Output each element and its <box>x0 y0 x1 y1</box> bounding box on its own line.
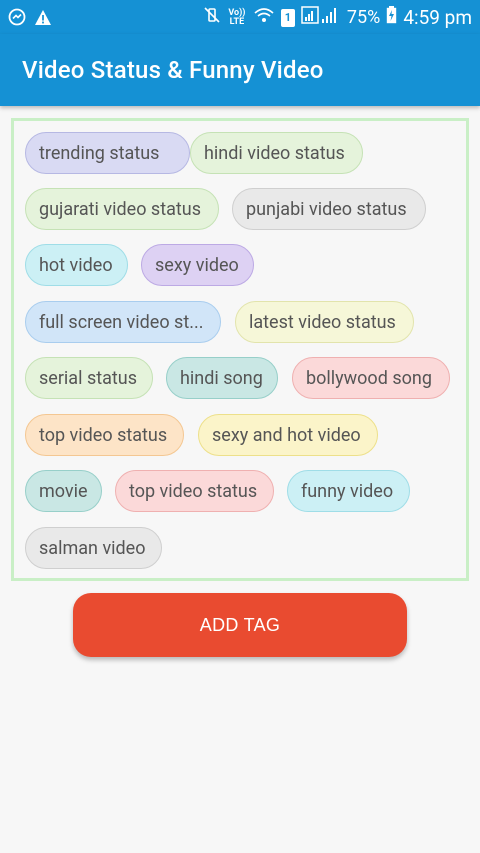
tag-chip[interactable]: salman video <box>25 527 162 569</box>
signal-icon <box>301 6 341 29</box>
tag-chip[interactable]: full screen video st... <box>25 301 221 343</box>
clock: 4:59 pm <box>403 6 472 29</box>
sim-number: 1 <box>284 10 292 24</box>
battery-charging-icon <box>386 6 397 29</box>
warning-icon <box>34 9 52 30</box>
tag-chip[interactable]: latest video status <box>235 301 414 343</box>
status-bar-right: Vo)) LTE 1 75% 4:59 pm <box>203 6 472 29</box>
tag-chip[interactable]: trending status <box>25 132 190 174</box>
sim-icon: 1 <box>280 8 295 27</box>
tag-chip[interactable]: hindi song <box>166 357 278 399</box>
app-title: Video Status & Funny Video <box>22 56 324 84</box>
messenger-icon <box>8 8 26 30</box>
tag-container: trending status hindi video status gujar… <box>11 118 469 581</box>
tag-chip[interactable]: sexy and hot video <box>198 414 378 456</box>
tag-chip[interactable]: funny video <box>287 470 410 512</box>
battery-percent: 75% <box>346 7 381 28</box>
app-bar: Video Status & Funny Video <box>0 34 480 106</box>
tag-chip[interactable]: serial status <box>25 357 153 399</box>
wifi-icon <box>253 6 275 29</box>
add-tag-button[interactable]: ADD TAG <box>73 593 407 657</box>
volte-icon: Vo)) LTE <box>228 7 246 27</box>
tag-chip[interactable]: hindi video status <box>190 132 363 174</box>
tag-chip[interactable]: top video status <box>25 414 184 456</box>
tag-chip[interactable]: hot video <box>25 244 128 286</box>
status-bar: Vo)) LTE 1 75% 4:59 pm <box>0 0 480 34</box>
tag-chip[interactable]: top video status <box>115 470 274 512</box>
status-bar-left <box>8 8 52 30</box>
tag-chip[interactable]: gujarati video status <box>25 188 219 230</box>
tag-chip[interactable]: sexy video <box>141 244 254 286</box>
vibrate-mute-icon <box>203 6 221 29</box>
tag-chip[interactable]: punjabi video status <box>232 188 426 230</box>
tag-chip[interactable]: movie <box>25 470 102 512</box>
tag-chip[interactable]: bollywood song <box>292 357 450 399</box>
